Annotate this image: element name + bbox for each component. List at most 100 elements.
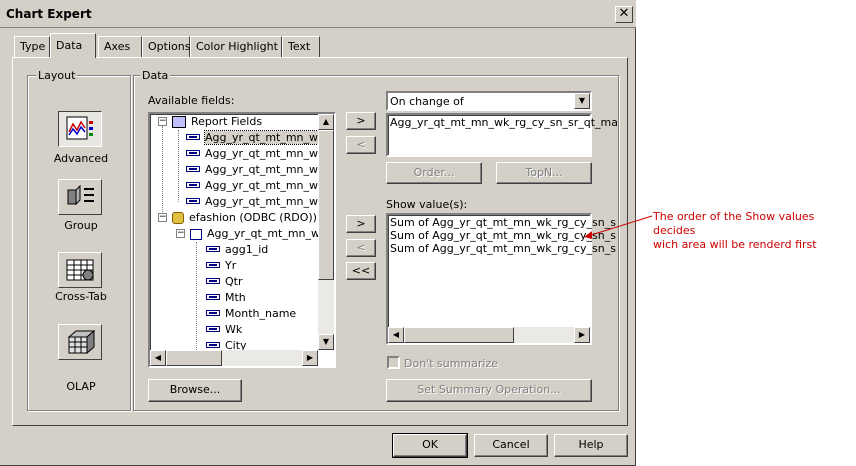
layout-crosstab-button[interactable] bbox=[58, 252, 102, 288]
crosstab-chart-icon bbox=[66, 259, 94, 281]
layout-group-button[interactable] bbox=[58, 179, 102, 215]
order-button[interactable]: Order... bbox=[386, 162, 482, 184]
layout-advanced-label: Advanced bbox=[53, 152, 109, 165]
dont-summarize-checkbox[interactable] bbox=[387, 356, 400, 369]
group-chart-icon bbox=[67, 184, 94, 206]
report-fields-icon bbox=[172, 116, 186, 128]
field-label: Agg_yr_qt_mt_mn_wk_ bbox=[205, 163, 330, 176]
tree-guide-line bbox=[162, 126, 163, 222]
scroll-up-icon[interactable]: ▲ bbox=[318, 114, 334, 130]
field-icon bbox=[206, 262, 220, 268]
tree-node-report-fields[interactable]: Report Fields bbox=[172, 114, 262, 130]
tab-options[interactable]: Options bbox=[142, 36, 190, 57]
tree-item[interactable]: Qtr bbox=[206, 274, 243, 290]
layout-group-label-text: Group bbox=[64, 219, 98, 232]
field-label: Agg_yr_qt_mt_mn_wk_ bbox=[204, 130, 331, 145]
tree-horizontal-scrollbar[interactable]: ◀ ▶ bbox=[150, 350, 318, 366]
layout-olap-button[interactable] bbox=[58, 324, 102, 360]
field-label: Wk bbox=[225, 323, 243, 336]
close-icon[interactable]: ✕ bbox=[615, 6, 633, 23]
scroll-left-icon[interactable]: ◀ bbox=[388, 327, 404, 343]
tree-item[interactable]: Yr bbox=[206, 258, 236, 274]
on-change-of-value: On change of bbox=[390, 95, 464, 108]
advanced-chart-icon bbox=[66, 116, 93, 140]
show-values-list[interactable]: Sum of Agg_yr_qt_mt_mn_wk_rg_cy_sn_s Sum… bbox=[386, 213, 616, 345]
tree-item[interactable]: Agg_yr_qt_mt_mn_wk_ bbox=[186, 130, 331, 146]
datasource-label: efashion (ODBC (RDO)) bbox=[189, 211, 317, 224]
cancel-button[interactable]: Cancel bbox=[474, 434, 548, 457]
field-label: Agg_yr_qt_mt_mn_wk_ bbox=[205, 147, 330, 160]
data-group-label: Data bbox=[140, 69, 171, 82]
scroll-thumb[interactable] bbox=[404, 327, 514, 343]
scroll-left-icon[interactable]: ◀ bbox=[150, 350, 166, 366]
annotation-arrow bbox=[584, 215, 653, 239]
tree-item[interactable]: Agg_yr_qt_mt_mn_wk_ bbox=[186, 178, 330, 194]
tree-item[interactable]: Month_name bbox=[206, 306, 296, 322]
tree-guide-line bbox=[196, 242, 197, 354]
layout-olap-label: OLAP bbox=[66, 380, 96, 393]
layout-crosstab-label: Cross-Tab bbox=[55, 290, 107, 303]
tree-item[interactable]: Agg_yr_qt_mt_mn_wk_ bbox=[186, 194, 330, 210]
collapse-icon[interactable]: − bbox=[158, 213, 167, 222]
tree-guide-line bbox=[178, 130, 179, 202]
title-bar[interactable]: Chart Expert ✕ bbox=[0, 0, 636, 28]
scroll-right-icon[interactable]: ▶ bbox=[302, 350, 318, 366]
add-on-change-button[interactable]: > bbox=[346, 112, 376, 130]
topn-button[interactable]: TopN... bbox=[496, 162, 592, 184]
available-fields-label: Available fields: bbox=[148, 94, 235, 107]
tab-axes[interactable]: Axes bbox=[98, 36, 142, 57]
add-show-value-button[interactable]: > bbox=[346, 215, 376, 233]
scroll-thumb[interactable] bbox=[318, 130, 334, 280]
show-values-horizontal-scrollbar[interactable]: ◀ ▶ bbox=[388, 327, 590, 343]
tree-item[interactable]: Wk bbox=[206, 322, 242, 338]
field-icon bbox=[206, 326, 220, 332]
chart-expert-dialog: Chart Expert ✕ Type Data Axes Options Co… bbox=[0, 0, 636, 466]
tab-text[interactable]: Text bbox=[282, 36, 320, 57]
remove-show-value-button[interactable]: < bbox=[346, 239, 376, 257]
table-icon bbox=[190, 228, 202, 240]
tree-node-datasource[interactable]: efashion (ODBC (RDO)) bbox=[172, 210, 317, 226]
tree-vertical-scrollbar[interactable]: ▲ ▼ bbox=[318, 114, 334, 350]
scroll-right-icon[interactable]: ▶ bbox=[574, 327, 590, 343]
chevron-down-icon[interactable]: ▼ bbox=[574, 93, 590, 109]
collapse-icon[interactable]: − bbox=[176, 229, 185, 238]
tree-node-table[interactable]: Agg_yr_qt_mt_mn_wk_ bbox=[190, 226, 332, 242]
scroll-thumb[interactable] bbox=[166, 350, 222, 366]
data-group: Data Available fields: − Report Fields A… bbox=[133, 69, 619, 411]
field-label: Mth bbox=[225, 291, 246, 304]
field-icon bbox=[186, 166, 200, 172]
remove-all-button[interactable]: << bbox=[346, 262, 376, 280]
layout-advanced-button[interactable] bbox=[58, 111, 102, 147]
list-item[interactable]: Agg_yr_qt_mt_mn_wk_rg_cy_sn_sr_qt_ma bbox=[390, 116, 618, 129]
tree-item[interactable]: Agg_yr_qt_mt_mn_wk_ bbox=[186, 162, 330, 178]
tree-item[interactable]: agg1_id bbox=[206, 242, 268, 258]
scroll-down-icon[interactable]: ▼ bbox=[318, 334, 334, 350]
field-label: Qtr bbox=[225, 275, 243, 288]
set-summary-operation-button[interactable]: Set Summary Operation... bbox=[386, 379, 592, 402]
list-item[interactable]: Sum of Agg_yr_qt_mt_mn_wk_rg_cy_sn_s bbox=[390, 242, 616, 255]
layout-group-label: Layout bbox=[36, 69, 78, 82]
collapse-icon[interactable]: − bbox=[158, 117, 167, 126]
remove-on-change-button[interactable]: < bbox=[346, 136, 376, 154]
field-label: agg1_id bbox=[225, 243, 269, 256]
tree-item[interactable]: Agg_yr_qt_mt_mn_wk_ bbox=[186, 146, 330, 162]
on-change-of-list[interactable]: Agg_yr_qt_mt_mn_wk_rg_cy_sn_sr_qt_ma bbox=[386, 113, 618, 157]
field-icon bbox=[186, 134, 200, 140]
tree-item[interactable]: Mth bbox=[206, 290, 246, 306]
help-button[interactable]: Help bbox=[554, 434, 628, 457]
layout-group: Layout Advanced Group Cross-Tab OLAP bbox=[27, 69, 131, 411]
field-icon bbox=[206, 246, 220, 252]
field-label: Agg_yr_qt_mt_mn_wk_ bbox=[205, 179, 330, 192]
browse-button[interactable]: Browse... bbox=[148, 379, 242, 402]
on-change-of-select[interactable]: On change of ▼ bbox=[386, 91, 592, 111]
ok-button[interactable]: OK bbox=[392, 433, 468, 458]
show-values-label: Show value(s): bbox=[386, 198, 468, 211]
window-title: Chart Expert bbox=[6, 7, 92, 21]
tab-type[interactable]: Type bbox=[14, 36, 50, 57]
annotation-line: The order of the Show values decides bbox=[653, 210, 815, 237]
field-label: Month_name bbox=[225, 307, 297, 320]
tab-color-highlight[interactable]: Color Highlight bbox=[190, 36, 282, 57]
available-fields-tree[interactable]: − Report Fields Agg_yr_qt_mt_mn_wk_ Agg_… bbox=[148, 112, 336, 368]
field-label: Yr bbox=[225, 259, 237, 272]
tab-data[interactable]: Data bbox=[50, 33, 96, 58]
